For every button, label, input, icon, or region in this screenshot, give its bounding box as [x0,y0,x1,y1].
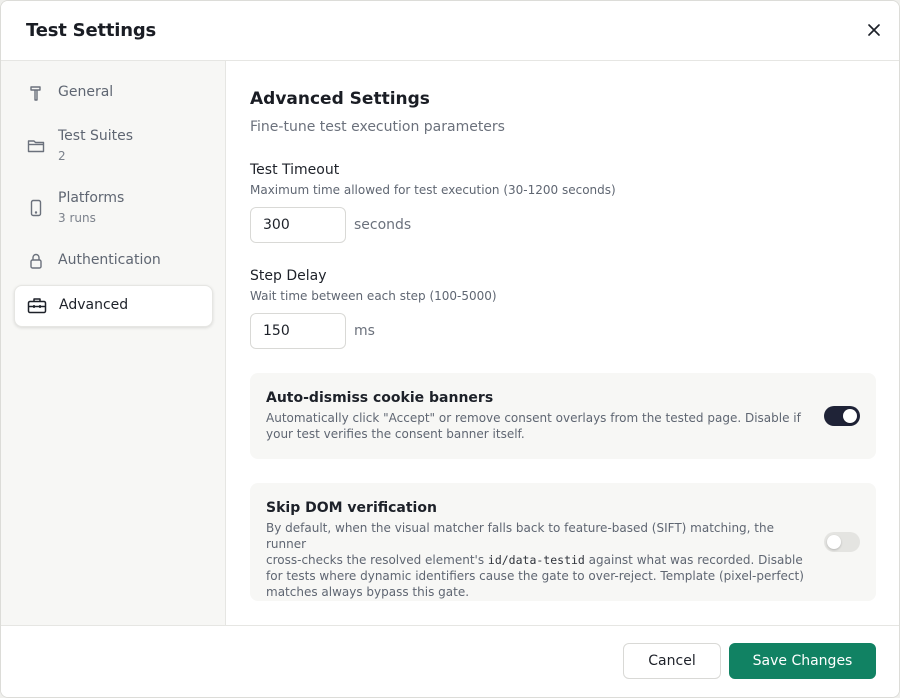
sidebar-item-authentication[interactable]: Authentication [14,241,213,281]
dom-desc-line: By default, when the visual matcher fall… [266,521,774,551]
step-delay-label: Step Delay [250,268,327,284]
cookie-desc-line: your test verifies the consent banner it… [266,427,525,441]
timeout-help: Maximum time allowed for test execution … [250,183,616,197]
hammer-icon [26,83,46,103]
dom-desc-text: against what was recorded. Disable [584,553,803,567]
dom-verification-toggle[interactable] [824,532,860,552]
toggle-knob [827,535,841,549]
dom-desc-line: cross-checks the resolved element's id/d… [266,552,806,568]
dom-desc-line: matches always bypass this gate. [266,585,470,599]
step-delay-help: Wait time between each step (100-5000) [250,289,497,303]
cookie-setting-description: Automatically click "Accept" or remove c… [266,410,806,442]
sidebar-item-test-suites[interactable]: Test Suites 2 [14,121,213,171]
sidebar-item-label: Advanced [59,297,129,313]
dialog-footer: Cancel Save Changes [1,625,899,697]
toggle-knob [843,409,857,423]
timeout-unit: seconds [354,217,412,233]
sidebar-item-runs: 3 runs [58,211,96,225]
save-changes-button[interactable]: Save Changes [729,643,876,679]
cookie-banner-setting: Auto-dismiss cookie banners Automaticall… [250,373,876,459]
step-delay-unit: ms [354,323,375,339]
timeout-input[interactable] [250,207,346,243]
close-icon [868,24,880,36]
cookie-toggle[interactable] [824,406,860,426]
briefcase-icon [27,296,47,316]
lock-icon [26,251,46,271]
sidebar-item-general[interactable]: General [14,73,213,113]
section-title: Advanced Settings [250,89,430,109]
dom-setting-description: By default, when the visual matcher fall… [266,520,806,600]
close-button[interactable] [863,19,885,41]
sidebar-item-label: General [58,84,114,100]
section-subtitle: Fine-tune test execution parameters [250,119,505,135]
dialog-header: Test Settings [1,1,899,61]
smartphone-icon [26,198,46,218]
sidebar-item-advanced[interactable]: Advanced [14,285,213,327]
settings-sidebar: General Test Suites 2 Platforms 3 runs A… [1,61,226,625]
sidebar-item-label: Platforms [58,190,125,206]
sidebar-item-label: Authentication [58,252,161,268]
dom-desc-code: id/data-testid [487,553,585,567]
cancel-button[interactable]: Cancel [623,643,721,679]
step-delay-input[interactable] [250,313,346,349]
dom-verification-setting: Skip DOM verification By default, when t… [250,483,876,601]
dom-setting-title: Skip DOM verification [266,500,437,516]
cookie-setting-title: Auto-dismiss cookie banners [266,390,494,406]
test-settings-dialog: Test Settings General Test Suites 2 Plat… [0,0,900,698]
sidebar-item-platforms[interactable]: Platforms 3 runs [14,183,213,233]
sidebar-item-count: 2 [58,149,66,163]
dialog-title: Test Settings [26,20,157,41]
dom-desc-line: for tests where dynamic identifiers caus… [266,569,804,583]
timeout-label: Test Timeout [250,162,340,178]
folder-icon [26,136,46,156]
sidebar-item-label: Test Suites [58,128,134,144]
settings-content: Advanced Settings Fine-tune test executi… [226,61,899,625]
dom-desc-text: cross-checks the resolved element's [266,553,488,567]
cookie-desc-line: Automatically click "Accept" or remove c… [266,411,801,425]
